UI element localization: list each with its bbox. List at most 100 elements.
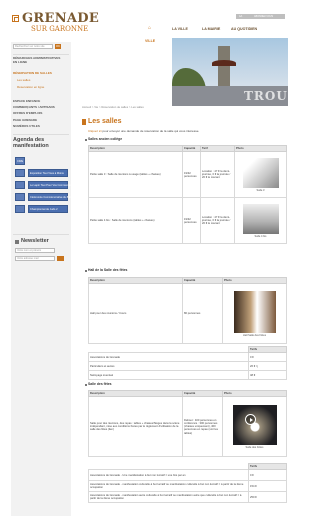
request-link[interactable]: Cliquez ici (88, 129, 102, 133)
menu-offres-emplois[interactable]: OFFRES D'EMPLOIS (13, 111, 69, 115)
tarif-value: 0 € (248, 469, 287, 482)
agenda-item-label: Exposition Tout Vous à Moins (30, 172, 64, 175)
agenda-item-label: Championnat de Judo 2 (30, 208, 58, 211)
table-row: Salle pour des réunions, des repas : tab… (88, 396, 287, 458)
room-capacity: Debout : 400 personnes en conférence : 3… (182, 396, 223, 458)
newsletter-submit-button[interactable] (57, 256, 64, 261)
room-description: Petite salle 4 bis : Salle de réunions (… (88, 197, 183, 245)
tarif-label: Associations de Grenade (88, 352, 249, 363)
table-row: Associations de Grenade - manifestation … (88, 480, 287, 493)
tarif-value: 250 € (248, 491, 287, 504)
section-bullet (85, 384, 87, 386)
agenda-item[interactable]: CIRE (15, 157, 25, 165)
menu-commercants[interactable]: COMMERÇANTS / ARTISANS (13, 105, 69, 109)
submenu-les-salles[interactable]: Les salles (17, 78, 30, 82)
table-row: Hall pour des réunions / Cours 80 person… (88, 283, 287, 345)
tarif-label: Nettoyage éventuel (88, 370, 249, 381)
tarif-label: Associations de Grenade - manifestation … (88, 480, 249, 493)
room-photo[interactable] (242, 158, 279, 189)
agenda-item-label: Le Lapin Tout Pour Vos Commerces (30, 184, 72, 187)
newsletter-title: Newsletter (21, 238, 49, 244)
tarif-label: Associations de Grenade - manifestation … (88, 491, 249, 504)
top-bar: AA ABONNEZ-VOUS (236, 14, 285, 19)
subscribe-link[interactable]: ABONNEZ-VOUS (254, 15, 273, 18)
tarif-value: 0 € (248, 352, 287, 363)
breadcrumb[interactable]: Accueil > Vie > Réservation de salles > … (82, 105, 144, 109)
room-price: Location : 47 € la demi-journée, 0 € la … (200, 197, 235, 245)
sidebar: Recherchez sur notre site OK DÉMARCHES A… (11, 42, 73, 516)
tarifs-table-salle-fetes: Tarifs Associations de Grenade - Une man… (88, 462, 287, 504)
room-video[interactable] (232, 405, 277, 446)
site-title[interactable]: GRENADE (22, 12, 99, 25)
table-row: Associations de Grenade - manifestation … (88, 491, 287, 504)
menu-numeros-utiles[interactable]: NUMÉROS UTILES (13, 124, 69, 128)
agenda-thumb[interactable] (15, 181, 25, 189)
menu-page-grenade[interactable]: PAGE GRENADE (13, 118, 69, 122)
table-row: Petite salle 4 bis : Salle de réunions (… (88, 197, 287, 245)
section-bullet (85, 139, 87, 141)
menu-espace-enfance[interactable]: ESPACE ENFANCE (13, 99, 69, 103)
room-photo[interactable] (233, 291, 276, 334)
section-title: Hall de la Salle des fêtes (88, 268, 128, 272)
agenda-thumb[interactable] (15, 205, 25, 213)
search-input[interactable]: Recherchez sur notre site (13, 44, 53, 49)
table-row: Particuliers et autres 26 € / j (88, 361, 287, 372)
photo-caption: Salle 4 bis (254, 235, 267, 239)
agenda-item[interactable]: Championnat de Judo 2 (28, 205, 68, 213)
menu-demarches[interactable]: DÉMARCHES ADMINISTRATIVES EN LIGNE (13, 56, 63, 64)
photo-caption: Salle des Fêtes (245, 446, 264, 450)
room-price: Location : 47 € la demi-journée, 0 € la … (200, 151, 235, 199)
newsletter-email-input[interactable]: Votre adresse mail (15, 256, 55, 261)
section-bullet (85, 270, 87, 272)
room-photo[interactable] (242, 204, 279, 235)
divider (13, 134, 69, 135)
tarif-value: 48 € (248, 370, 287, 381)
agenda-thumb[interactable] (15, 193, 25, 201)
tarifs-table-hall: Tarifs Associations de Grenade 0 € Partic… (88, 345, 287, 381)
rooms-table-college: Description Capacité Tarif Photo Petite … (88, 144, 287, 245)
newsletter-icon (15, 240, 19, 244)
newsletter-name-input[interactable]: Votre nom et prénom (15, 248, 55, 253)
font-size-button[interactable]: AA (239, 15, 242, 18)
agenda-title: Agenda des manifestation (13, 137, 49, 149)
room-photo-cell: Salle 3 (234, 151, 287, 199)
rooms-table-hall: Description Capacité Photo Hall pour des… (88, 276, 287, 345)
tower-image (212, 46, 236, 86)
table-row: Associations de Grenade 0 € (88, 352, 287, 363)
menu-reservation[interactable]: RÉSERVATION DE SALLES (13, 71, 69, 75)
agenda-item-label: Cérémonie Commémorative du 8 mai (30, 196, 74, 199)
agenda-item[interactable]: Cérémonie Commémorative du 8 mai (28, 193, 73, 201)
tarif-label: Particuliers et autres (88, 361, 249, 372)
section-title: Salles ancien collège (88, 137, 123, 141)
logo-icon[interactable] (12, 15, 19, 22)
room-photo-cell: Hall Salle des Fêtes (222, 283, 287, 345)
agenda-item[interactable]: Le Lapin Tout Pour Vos Commerces (28, 181, 72, 189)
submenu-reservation-en-ligne[interactable]: Réservation en ligne (17, 85, 44, 89)
agenda-item[interactable]: Exposition Tout Vous à Moins (28, 169, 68, 177)
intro-body: pour envoyer une demande de réservation … (101, 129, 200, 133)
nav-item-ville[interactable]: LA VILLE (172, 27, 188, 31)
page-title: Les salles (88, 118, 122, 125)
divider (13, 234, 69, 235)
nav-item-mairie[interactable]: LA MAIRIE (202, 27, 220, 31)
banner-text: TROU (244, 89, 288, 103)
room-capacity: 80 personnes (182, 283, 223, 345)
nav-item-quotidien[interactable]: AU QUOTIDIEN (231, 27, 257, 31)
main-nav: LA VILLE LA MAIRIE AU QUOTIDIEN (138, 26, 288, 38)
table-row: Petite salle 3 : Salle de réunions à usa… (88, 151, 287, 199)
tarif-value: 26 € / j (248, 361, 287, 372)
site-subtitle: SUR GARONNE (31, 25, 89, 33)
page: GRENADE SUR GARONNE AA ABONNEZ-VOUS ⌂ VI… (0, 0, 297, 516)
rooms-table-salle-fetes: Description Capacité Photo Salle pour de… (88, 389, 287, 458)
agenda-thumb[interactable] (15, 169, 25, 177)
room-photo-cell: Salle 4 bis (234, 197, 287, 245)
play-icon[interactable] (244, 414, 256, 426)
title-marker (82, 119, 86, 125)
table-row: Nettoyage éventuel 48 € (88, 370, 287, 381)
photo-caption: Hall Salle des Fêtes (242, 334, 267, 338)
search-button[interactable]: OK (55, 44, 61, 49)
header-banner: TROU (172, 38, 288, 106)
photo-caption: Salle 3 (256, 189, 265, 193)
divider (13, 54, 69, 55)
room-capacity: 19/32 personnes (182, 151, 201, 199)
